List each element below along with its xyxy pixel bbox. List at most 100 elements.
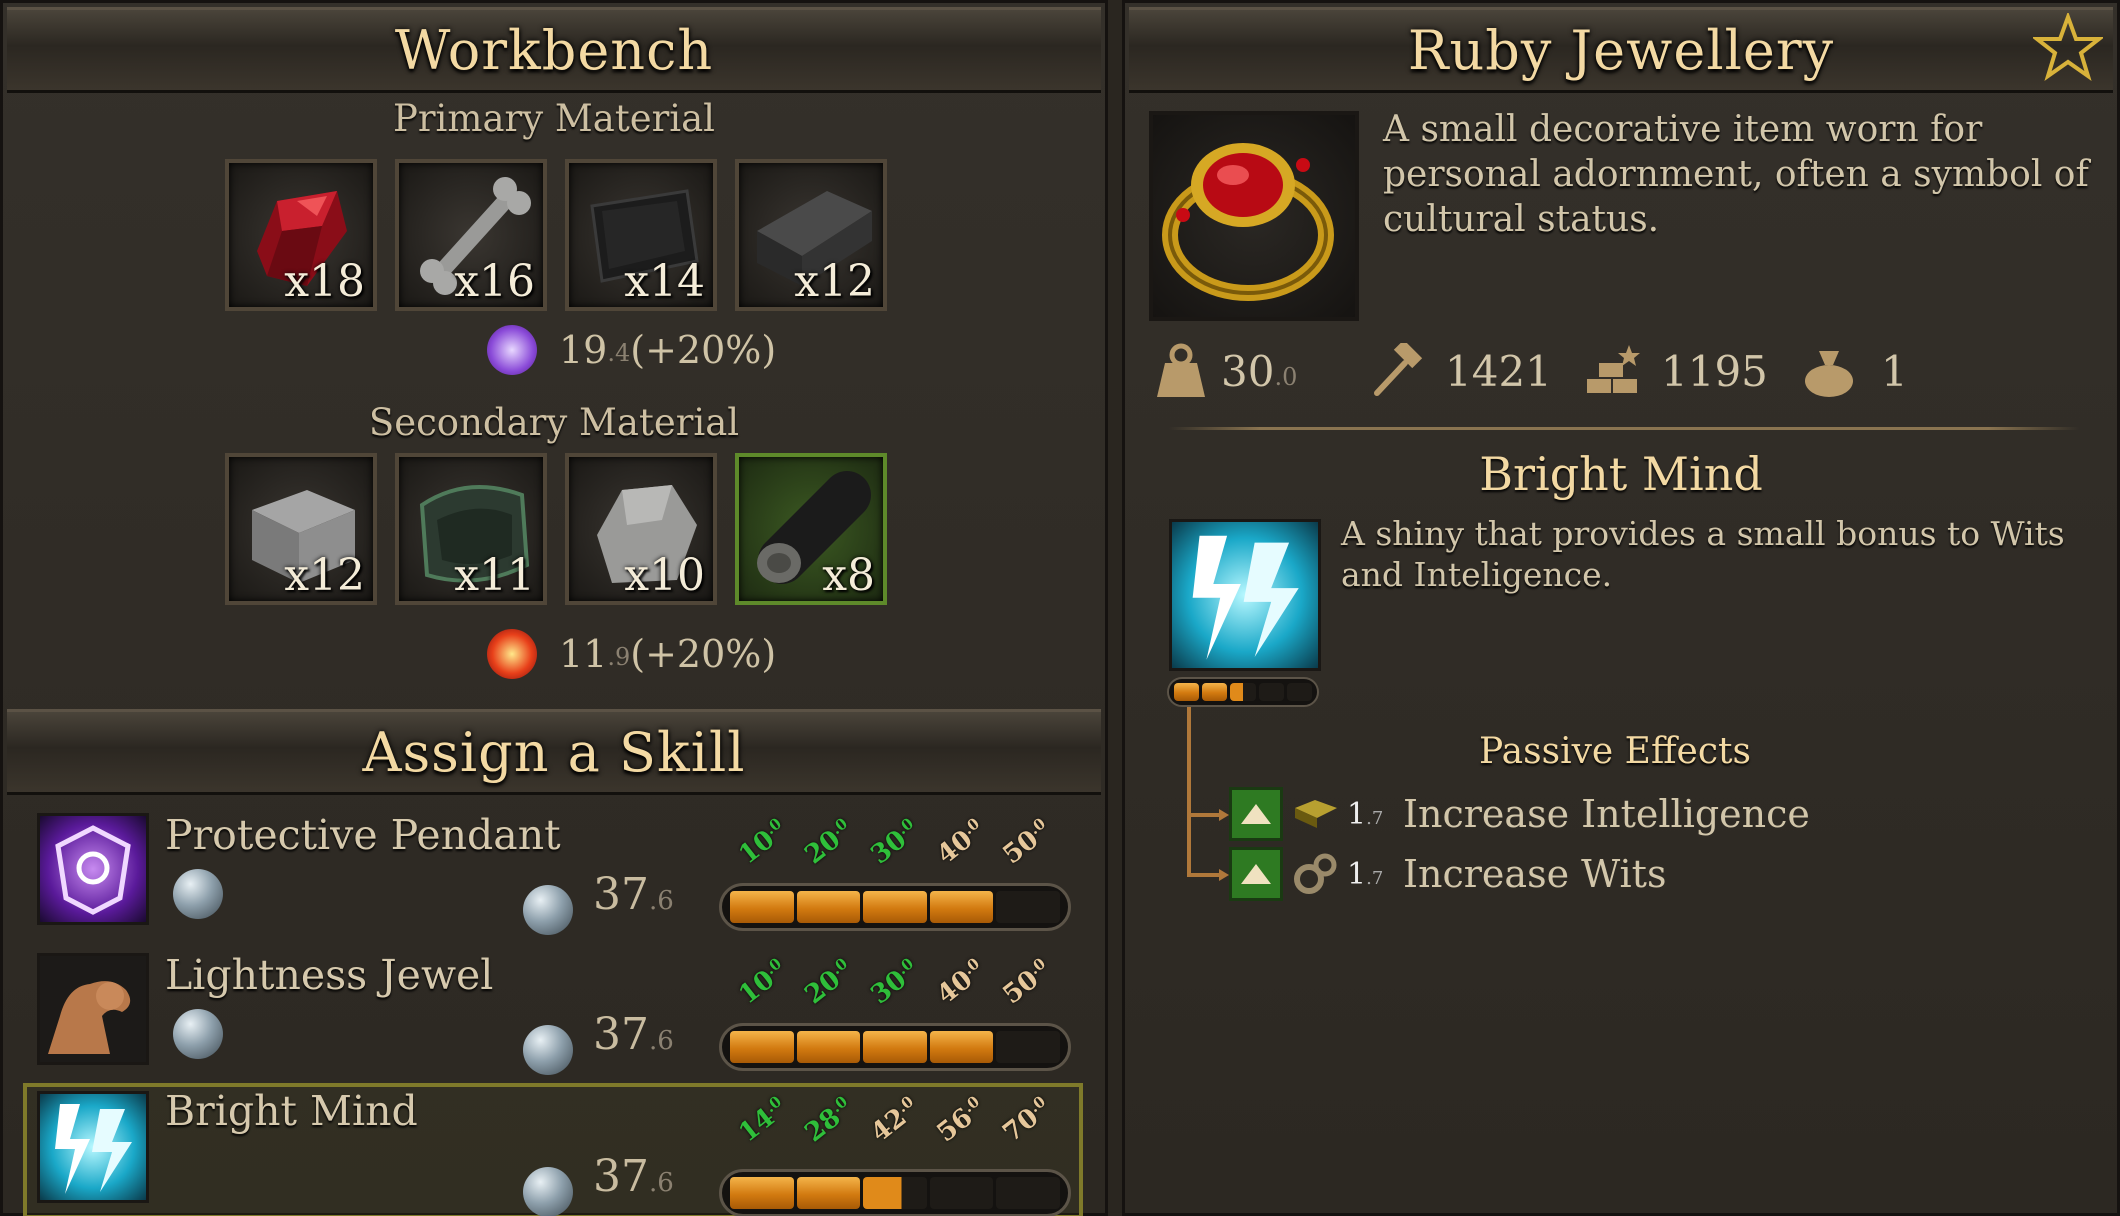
skill-orb-icon bbox=[523, 1025, 573, 1075]
secondary-slot-3[interactable]: x10 bbox=[565, 453, 717, 605]
skill-tick-label: 50.0 bbox=[997, 954, 1050, 1011]
primary-stat: 19 .4 (+20%) bbox=[487, 325, 776, 375]
skill-orb-icon bbox=[523, 1167, 573, 1216]
lightning-icon bbox=[37, 1091, 149, 1203]
progress-segment bbox=[996, 1177, 1060, 1209]
weight-stat: 30.0 bbox=[1155, 343, 1297, 399]
skill-name: Protective Pendant bbox=[165, 811, 561, 859]
effect-increase-wits: 1.7 Increase Wits bbox=[1229, 847, 1666, 901]
skill-description: A shiny that provides a small bonus to W… bbox=[1341, 514, 2065, 594]
primary-stat-bonus: (+20%) bbox=[630, 328, 777, 372]
weight-icon bbox=[1157, 343, 1205, 397]
skill-tick-label: 50.0 bbox=[997, 814, 1050, 871]
favorite-star-icon[interactable] bbox=[2033, 13, 2103, 83]
slot-quantity: x11 bbox=[454, 550, 535, 601]
progress-segment bbox=[996, 891, 1060, 923]
skill-value-int: 37 bbox=[593, 869, 649, 920]
primary-slot-1[interactable]: x18 bbox=[225, 159, 377, 311]
primary-stat-value: 19 bbox=[559, 328, 608, 372]
progress-segment bbox=[863, 1031, 927, 1063]
effect-value-dec: .7 bbox=[1366, 867, 1384, 889]
coin-bag-stat: 1 bbox=[1801, 343, 1908, 399]
secondary-slot-1[interactable]: x12 bbox=[225, 453, 377, 605]
skill-value: 37.6 bbox=[593, 1009, 674, 1060]
effect-value-dec: .7 bbox=[1366, 807, 1384, 829]
skill-tick-label: 42.0 bbox=[865, 1092, 918, 1149]
skill-value: 37.6 bbox=[593, 1151, 674, 1202]
primary-material-heading: Primary Material bbox=[392, 97, 716, 140]
skill-value-int: 37 bbox=[593, 1009, 649, 1060]
skill-tick-label: 14.0 bbox=[733, 1092, 786, 1149]
weight-decimal: .0 bbox=[1274, 363, 1298, 391]
workbench-panel: Workbench Primary Material x18 x16 x14 x… bbox=[0, 0, 1108, 1216]
item-detail-panel: Ruby Jewellery A small decorative item w… bbox=[1122, 0, 2120, 1216]
progress-segment bbox=[1230, 683, 1256, 701]
slot-quantity: x16 bbox=[454, 256, 535, 307]
progress-segment bbox=[863, 1177, 927, 1209]
skill-row-lightness-jewel[interactable]: Lightness Jewel 37.6 10.0 20.0 30.0 40.0 50.… bbox=[23, 945, 1083, 1081]
skill-value-dec: .6 bbox=[649, 1168, 674, 1198]
assign-skill-titlebar: Assign a Skill bbox=[7, 709, 1101, 795]
assign-skill-title: Assign a Skill bbox=[362, 720, 746, 784]
progress-segment bbox=[929, 1031, 994, 1063]
slot-quantity: x14 bbox=[624, 256, 705, 307]
coin-bag-value: 1 bbox=[1881, 346, 1908, 396]
effect-value-int: 1 bbox=[1347, 856, 1367, 892]
arcane-rune-icon bbox=[487, 325, 537, 375]
secondary-material-heading: Secondary Material bbox=[368, 401, 740, 444]
skill-tick-label: 10.0 bbox=[733, 814, 786, 871]
ruby-ring-icon bbox=[1149, 111, 1359, 321]
workbench-title: Workbench bbox=[394, 18, 714, 82]
slot-quantity: x12 bbox=[794, 256, 875, 307]
skill-ticks: 10.0 20.0 30.0 40.0 50.0 bbox=[731, 814, 1071, 870]
effect-value-int: 1 bbox=[1347, 796, 1367, 832]
skill-tick-label: 40.0 bbox=[931, 814, 984, 871]
slot-quantity: x18 bbox=[284, 256, 365, 307]
gold-stat: 1195 bbox=[1583, 343, 1768, 399]
skill-tick-label: 10.0 bbox=[733, 954, 786, 1011]
skill-heading: Bright Mind bbox=[1479, 447, 1763, 501]
arrow-up-icon bbox=[1229, 847, 1283, 901]
progress-segment bbox=[796, 1031, 861, 1063]
secondary-stat-value: 11 bbox=[559, 632, 608, 676]
effect-text: Increase Wits bbox=[1403, 852, 1667, 896]
fire-rune-icon bbox=[173, 1155, 223, 1205]
progress-segment bbox=[1258, 683, 1284, 701]
section-divider bbox=[1169, 427, 2079, 430]
skill-progress-bar bbox=[719, 883, 1071, 931]
progress-segment bbox=[730, 891, 794, 923]
secondary-stat-bonus: (+20%) bbox=[630, 632, 777, 676]
primary-slot-2[interactable]: x16 bbox=[395, 159, 547, 311]
skill-row-bright-mind[interactable]: Bright Mind 37.6 14.0 28.0 42.0 56.0 70.0 bbox=[23, 1083, 1083, 1216]
effect-text: Increase Intelligence bbox=[1403, 792, 1810, 836]
skill-orb-icon bbox=[173, 869, 223, 919]
slot-quantity: x10 bbox=[624, 550, 705, 601]
secondary-slot-2[interactable]: x11 bbox=[395, 453, 547, 605]
skill-tick-label: 20.0 bbox=[799, 954, 852, 1011]
skill-row-protective-pendant[interactable]: Protective Pendant 37.6 10.0 20.0 30.0 40.0… bbox=[23, 805, 1083, 941]
lightning-icon bbox=[1169, 519, 1321, 671]
secondary-slot-4[interactable]: x8 bbox=[735, 453, 887, 605]
gold-value: 1195 bbox=[1661, 346, 1768, 396]
skill-detail-progress bbox=[1167, 677, 1319, 707]
item-description: A small decorative item worn for persona… bbox=[1383, 109, 2089, 240]
primary-slot-4[interactable]: x12 bbox=[735, 159, 887, 311]
skill-name: Bright Mind bbox=[165, 1087, 418, 1135]
effect-value: 1.7 bbox=[1347, 857, 1397, 892]
effect-value: 1.7 bbox=[1347, 797, 1397, 832]
progress-segment bbox=[730, 1031, 794, 1063]
arrow-up-icon bbox=[1229, 787, 1283, 841]
primary-stat-decimal: .4 bbox=[607, 339, 631, 367]
item-title: Ruby Jewellery bbox=[1407, 18, 1835, 82]
primary-slot-3[interactable]: x14 bbox=[565, 159, 717, 311]
skill-value-int: 37 bbox=[593, 1151, 649, 1202]
progress-segment bbox=[796, 1177, 861, 1209]
passive-effects-heading: Passive Effects bbox=[1479, 731, 1751, 772]
gears-icon bbox=[1294, 853, 1337, 894]
skill-value-dec: .6 bbox=[649, 1026, 674, 1056]
weight-value: 30 bbox=[1221, 346, 1275, 396]
workbench-titlebar: Workbench bbox=[7, 7, 1101, 93]
slot-quantity: x12 bbox=[284, 550, 365, 601]
progress-segment bbox=[1202, 683, 1228, 701]
flexed-arm-icon bbox=[37, 953, 149, 1065]
